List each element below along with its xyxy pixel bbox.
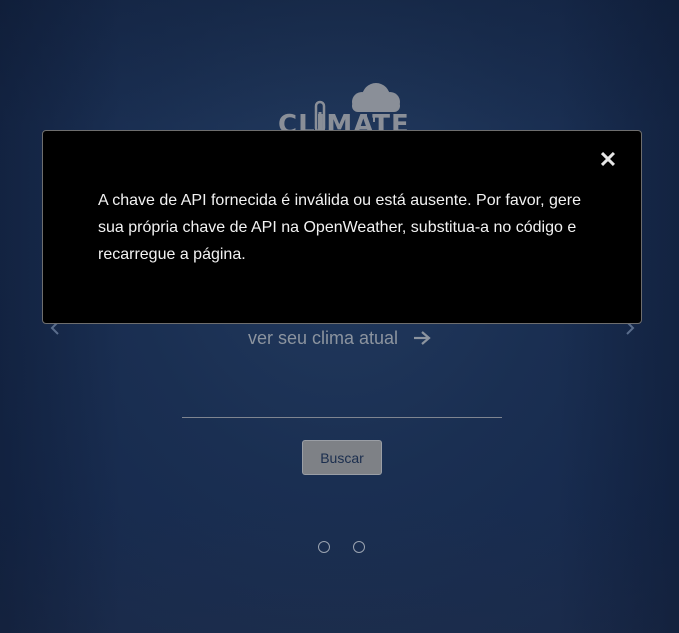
carousel-dot-1[interactable] xyxy=(318,541,330,553)
carousel-dot-2[interactable] xyxy=(353,541,365,553)
current-weather-link[interactable]: ver seu clima atual xyxy=(0,328,679,351)
close-icon[interactable]: ✕ xyxy=(597,149,619,171)
arrow-right-icon xyxy=(413,330,431,351)
error-modal: ✕ A chave de API fornecida é inválida ou… xyxy=(42,130,642,324)
app-logo: CLIMATE xyxy=(278,80,409,140)
city-search-input[interactable] xyxy=(182,392,502,418)
page: CLIMATE ver seu clima atual Buscar ✕ A c… xyxy=(0,0,679,633)
search-button[interactable]: Buscar xyxy=(302,440,382,475)
current-weather-link-label: ver seu clima atual xyxy=(247,328,399,348)
error-message: A chave de API fornecida é inválida ou e… xyxy=(98,192,581,263)
